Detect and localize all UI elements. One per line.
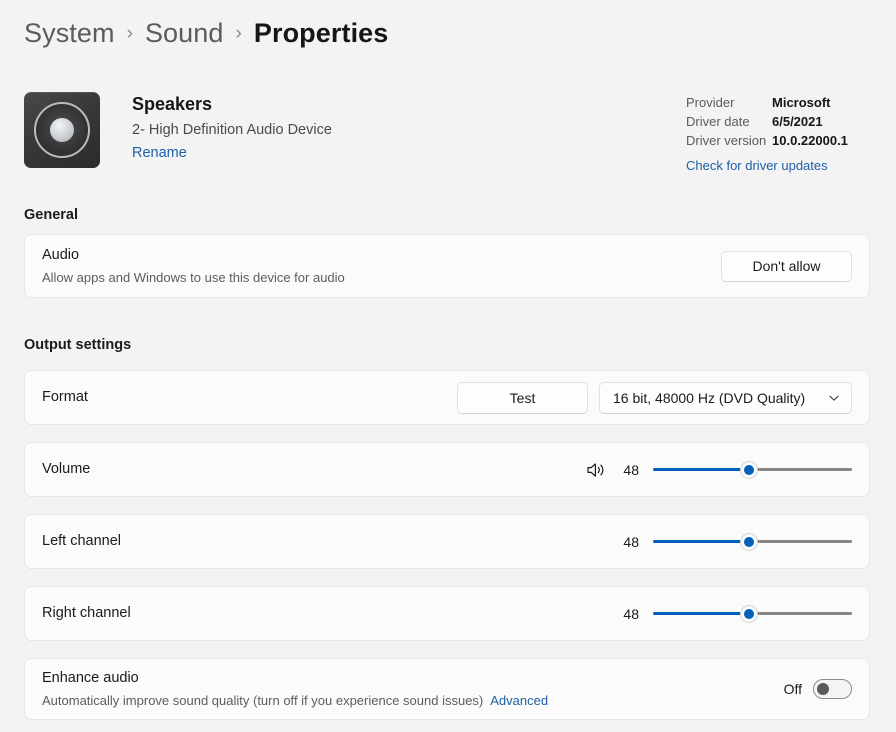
- right-channel-slider[interactable]: [653, 604, 852, 624]
- speaker-volume-icon[interactable]: [585, 460, 607, 480]
- enhance-audio-toggle[interactable]: [813, 679, 852, 699]
- volume-card-controls: 48: [585, 460, 852, 480]
- breadcrumb: System › Sound › Properties: [24, 18, 388, 49]
- driver-version-row: Driver version 10.0.22000.1: [686, 131, 848, 150]
- volume-track-fill: [653, 468, 749, 471]
- driver-version-label: Driver version: [686, 133, 767, 148]
- volume-slider-group: 48: [585, 460, 852, 480]
- enhance-audio-card: Enhance audio Automatically improve soun…: [24, 658, 870, 720]
- right-channel-card-labels: Right channel: [42, 604, 617, 623]
- format-card: Format Test 16 bit, 48000 Hz (DVD Qualit…: [24, 370, 870, 425]
- volume-track-rest: [748, 468, 852, 471]
- dont-allow-button[interactable]: Don't allow: [721, 250, 852, 282]
- audio-card-actions: Don't allow: [721, 250, 852, 282]
- audio-card-title: Audio: [42, 247, 80, 263]
- check-driver-updates-link[interactable]: Check for driver updates: [686, 156, 848, 175]
- driver-provider-label: Provider: [686, 95, 735, 110]
- driver-provider-value: Microsoft: [772, 95, 831, 110]
- format-dropdown[interactable]: 16 bit, 48000 Hz (DVD Quality): [599, 381, 852, 414]
- enhance-audio-subtitle-row: Automatically improve sound quality (tur…: [42, 692, 784, 709]
- page-title: Properties: [253, 18, 389, 48]
- audio-card-subtitle: Allow apps and Windows to use this devic…: [42, 270, 345, 285]
- sound-properties-page: System › Sound › Properties Speakers 2- …: [0, 0, 896, 732]
- right-channel-card: Right channel 48: [24, 586, 870, 641]
- right-channel-controls: 48: [617, 604, 852, 624]
- left-channel-slider-thumb[interactable]: [739, 532, 758, 551]
- breadcrumb-sound[interactable]: Sound: [145, 18, 224, 49]
- left-channel-controls: 48: [617, 532, 852, 552]
- format-card-actions: Test 16 bit, 48000 Hz (DVD Quality): [457, 381, 852, 414]
- rename-link[interactable]: Rename: [132, 144, 332, 162]
- right-channel-value: 48: [623, 605, 639, 622]
- driver-version-value: 10.0.22000.1: [772, 133, 848, 148]
- device-subtitle: 2- High Definition Audio Device: [132, 122, 332, 138]
- enhance-audio-labels: Enhance audio Automatically improve soun…: [42, 669, 784, 709]
- enhance-audio-controls: Off: [784, 679, 852, 699]
- device-header: Speakers 2- High Definition Audio Device…: [24, 92, 332, 168]
- left-channel-card-labels: Left channel: [42, 532, 617, 551]
- speaker-device-icon: [24, 92, 100, 168]
- enhance-audio-toggle-state: Off: [783, 681, 802, 697]
- right-channel-title: Right channel: [42, 605, 131, 621]
- left-channel-value: 48: [623, 533, 639, 550]
- device-text-block: Speakers 2- High Definition Audio Device…: [132, 92, 332, 168]
- left-channel-title: Left channel: [42, 533, 122, 549]
- toggle-knob: [817, 683, 829, 695]
- left-channel-track-fill: [653, 540, 749, 543]
- driver-date-row: Driver date 6/5/2021: [686, 112, 848, 131]
- format-card-labels: Format: [42, 388, 457, 407]
- chevron-down-icon: [829, 395, 839, 401]
- volume-value: 48: [623, 461, 639, 478]
- volume-card-labels: Volume: [42, 460, 585, 479]
- test-button[interactable]: Test: [457, 381, 588, 414]
- right-channel-track-fill: [653, 612, 749, 615]
- speaker-cone-ring: [34, 102, 90, 158]
- section-heading-general: General: [24, 207, 78, 223]
- right-channel-track-rest: [748, 612, 852, 615]
- audio-card: Audio Allow apps and Windows to use this…: [24, 234, 870, 298]
- device-name: Speakers: [132, 94, 213, 114]
- volume-slider[interactable]: [653, 460, 852, 480]
- advanced-link[interactable]: Advanced: [490, 693, 548, 708]
- left-channel-card: Left channel 48: [24, 514, 870, 569]
- breadcrumb-separator-icon: ›: [235, 22, 242, 44]
- driver-provider-row: Provider Microsoft: [686, 93, 848, 112]
- right-channel-slider-thumb[interactable]: [739, 604, 758, 623]
- driver-date-value: 6/5/2021: [772, 114, 823, 129]
- volume-slider-thumb[interactable]: [739, 460, 758, 479]
- audio-card-labels: Audio Allow apps and Windows to use this…: [42, 246, 721, 286]
- enhance-audio-subtitle: Automatically improve sound quality (tur…: [42, 693, 484, 708]
- format-card-title: Format: [42, 389, 88, 405]
- breadcrumb-system[interactable]: System: [24, 18, 115, 49]
- left-channel-track-rest: [748, 540, 852, 543]
- volume-card: Volume 48: [24, 442, 870, 497]
- breadcrumb-separator-icon: ›: [126, 22, 133, 44]
- left-channel-slider-group: 48: [617, 532, 852, 552]
- driver-date-label: Driver date: [686, 114, 750, 129]
- speaker-dome: [50, 118, 74, 142]
- format-dropdown-value: 16 bit, 48000 Hz (DVD Quality): [613, 389, 806, 406]
- driver-info: Provider Microsoft Driver date 6/5/2021 …: [686, 93, 848, 175]
- right-channel-slider-group: 48: [617, 604, 852, 624]
- left-channel-slider[interactable]: [653, 532, 852, 552]
- volume-card-title: Volume: [42, 461, 91, 477]
- enhance-audio-title: Enhance audio: [42, 670, 139, 686]
- section-heading-output-settings: Output settings: [24, 337, 132, 353]
